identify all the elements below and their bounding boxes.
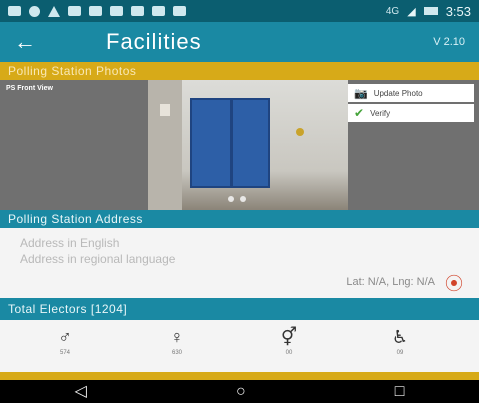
notification-icon [173, 6, 186, 16]
third-gender-icon: ⚥ [280, 327, 298, 347]
elector-count: 09 [396, 350, 404, 356]
latlng-readout: Lat: N/A, Lng: N/A [346, 276, 435, 288]
photo-carousel[interactable]: PS Front View 📷 Update Photo ✔ Verify [0, 80, 479, 210]
female-elector-icon: ♀ [170, 327, 184, 347]
notification-icon [110, 6, 123, 16]
network-type-label: 4G [385, 5, 400, 17]
photos-section-title: Polling Station Photos [8, 64, 137, 78]
notification-icons [8, 5, 186, 17]
elector-count: 574 [59, 350, 70, 356]
carousel-dot[interactable] [228, 196, 234, 202]
wall-poster [160, 104, 170, 116]
clock-time: 3:53 [445, 3, 471, 19]
status-bar: 4G ◢ 3:53 [0, 0, 479, 22]
check-icon: ✔ [354, 106, 365, 120]
pwd-elector-icon: ♿ [391, 327, 409, 347]
door-split [230, 100, 233, 186]
address-box: Address in English Address in regional l… [0, 228, 479, 298]
address-regional-field[interactable]: Address in regional language [20, 252, 175, 266]
warning-icon [48, 5, 60, 17]
elector-group-pwd: ♿ 09 [370, 326, 430, 356]
notification-icon [131, 6, 144, 16]
elector-group-third-gender: ⚥ 00 [259, 326, 319, 356]
wall-fixture [296, 128, 304, 136]
update-photo-button[interactable]: 📷 Update Photo [348, 84, 474, 102]
electors-section-title: Total Electors [1204] [8, 302, 128, 316]
carousel-dot[interactable] [240, 196, 246, 202]
image-icon [68, 6, 81, 16]
polling-station-photo[interactable] [148, 80, 348, 210]
section-header-address: Polling Station Address [0, 210, 479, 228]
verify-label: Verify [370, 108, 391, 118]
section-header-electors: Total Electors [1204] [0, 298, 479, 320]
elector-group-female: ♀ 630 [147, 326, 207, 356]
elector-count: 630 [171, 350, 182, 356]
whatsapp-icon [29, 5, 40, 17]
section-header-facilities [0, 372, 479, 380]
elector-group-male: ♂ 574 [35, 326, 95, 356]
signal-icon: ◢ [407, 5, 416, 18]
section-header-photos: Polling Station Photos [0, 62, 479, 80]
notification-icon [152, 6, 165, 16]
back-arrow-icon[interactable]: ← [14, 31, 74, 53]
nav-back-icon[interactable]: ◁ [75, 383, 87, 400]
app-icon [8, 6, 21, 16]
address-section-title: Polling Station Address [8, 212, 143, 226]
electors-row: ♂ 574 ♀ 630 ⚥ 00 ♿ 09 [0, 320, 479, 372]
location-pin-icon[interactable]: ⦿ [445, 270, 463, 296]
app-bar: ← Facilities V 2.10 [0, 22, 479, 62]
app-version: V 2.10 [433, 36, 465, 48]
verify-button[interactable]: ✔ Verify [348, 104, 474, 122]
male-elector-icon: ♂ [58, 327, 72, 347]
camera-icon: 📷 [354, 87, 368, 100]
update-photo-label: Update Photo [373, 88, 423, 98]
photo-label: PS Front View [6, 85, 53, 92]
nav-recents-icon[interactable]: □ [395, 383, 405, 400]
elector-count: 00 [285, 350, 293, 356]
carousel-dots [228, 196, 246, 202]
nav-home-icon[interactable]: ○ [236, 383, 246, 400]
notification-icon [89, 6, 102, 16]
battery-icon [423, 7, 438, 15]
address-english-field[interactable]: Address in English [20, 236, 119, 250]
system-nav-bar: ◁ ○ □ [0, 380, 479, 403]
wall-shadow [148, 80, 182, 210]
status-right: 4G ◢ 3:53 [386, 4, 471, 19]
page-title: Facilities [106, 29, 202, 54]
blue-door [190, 98, 270, 188]
